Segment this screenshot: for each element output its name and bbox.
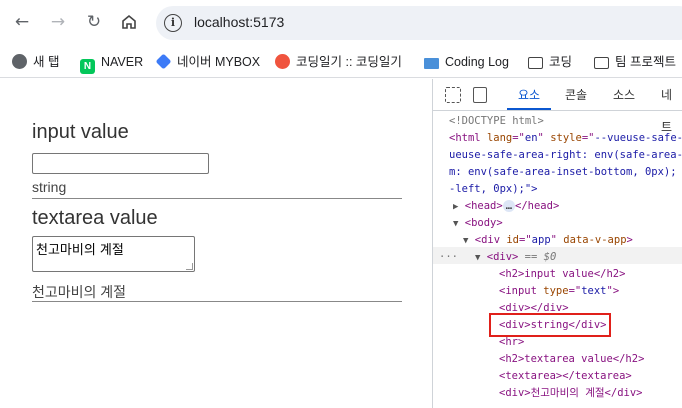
- monitor-icon: [424, 58, 439, 69]
- address-bar[interactable]: i localhost:5173: [156, 6, 682, 40]
- textarea-node[interactable]: <textarea></textarea>: [499, 368, 632, 386]
- forward-arrow-icon[interactable]: →: [46, 10, 70, 34]
- folder-icon: [528, 57, 543, 69]
- collapse-triangle-icon[interactable]: ▼: [453, 219, 458, 229]
- text-input[interactable]: [32, 153, 209, 174]
- hr-node[interactable]: <hr>: [499, 334, 524, 352]
- html-style-line: -left, 0px);">: [449, 183, 538, 195]
- resize-grip-icon[interactable]: [186, 263, 193, 270]
- site-info-icon[interactable]: i: [164, 14, 182, 32]
- tab-elements[interactable]: 요소: [507, 79, 551, 110]
- tab-console[interactable]: 콘솔: [565, 79, 587, 110]
- tab-sources[interactable]: 소스: [613, 79, 635, 110]
- body-node[interactable]: ▼ <body>: [453, 215, 503, 234]
- input-node[interactable]: <input type="text">: [499, 283, 619, 301]
- back-arrow-icon[interactable]: ←: [10, 10, 34, 34]
- head-node[interactable]: ▶ <head>… </head>: [453, 198, 559, 217]
- bookmark-folder-coding[interactable]: 코딩: [528, 52, 572, 72]
- textarea-value-heading: textarea value: [32, 207, 158, 229]
- bookmark-naver[interactable]: N NAVER: [80, 52, 143, 74]
- bookmark-new-tab[interactable]: 새 탭: [12, 52, 59, 72]
- app-div-node[interactable]: ▼ <div id="app" data-v-app>: [463, 232, 633, 251]
- globe-icon: [12, 54, 27, 69]
- browser-toolbar: ← → ↻ i localhost:5173: [0, 0, 682, 46]
- elements-tree: <!DOCTYPE html> <html lang="en" style="-…: [433, 111, 682, 408]
- divider: [32, 198, 402, 199]
- url-text: localhost:5173: [194, 14, 285, 30]
- selected-div-node[interactable]: ▼ <div> == $0: [475, 249, 556, 268]
- h2-node[interactable]: <h2>input value</h2>: [499, 266, 625, 284]
- more-options-icon[interactable]: ···: [439, 249, 458, 267]
- naver-icon: N: [80, 59, 95, 74]
- folder-icon: [594, 57, 609, 69]
- textarea-echo-div-node[interactable]: <div>천고마비의 계절</div>: [499, 385, 642, 403]
- reload-icon[interactable]: ↻: [82, 10, 106, 34]
- h2-node[interactable]: <h2>textarea value</h2>: [499, 351, 644, 369]
- home-icon[interactable]: [117, 10, 141, 34]
- bookmark-tistory[interactable]: 코딩일기 :: 코딩일기: [275, 52, 402, 72]
- collapse-triangle-icon[interactable]: ▼: [463, 236, 468, 246]
- tistory-icon: [275, 54, 290, 69]
- html-style-line: m: env(safe-area-inset-bottom, 0px); --: [449, 166, 682, 178]
- divider: [32, 301, 402, 302]
- devtools-tab-bar: 요소 콘솔 소스 네트: [433, 79, 682, 134]
- collapse-triangle-icon[interactable]: ▼: [475, 253, 480, 263]
- input-value-heading: input value: [32, 121, 129, 143]
- bookmark-mybox[interactable]: 네이버 MYBOX: [155, 52, 260, 72]
- bookmark-folder-team-project[interactable]: 팀 프로젝트: [594, 52, 676, 72]
- textarea-input[interactable]: 천고마비의 계절: [32, 236, 195, 272]
- mybox-icon: [155, 53, 172, 70]
- bookmark-coding-log[interactable]: Coding Log: [424, 52, 509, 72]
- devtools-panel: 요소 콘솔 소스 네트 <!DOCTYPE html> <html lang="…: [432, 79, 682, 408]
- device-toolbar-icon[interactable]: [473, 87, 487, 103]
- html-node[interactable]: <html lang="en" style="--vueuse-safe-are…: [449, 130, 682, 148]
- expand-triangle-icon[interactable]: ▶: [453, 202, 458, 212]
- bookmarks-bar: 새 탭 N NAVER 네이버 MYBOX 코딩일기 :: 코딩일기 Coding…: [0, 46, 682, 78]
- page-viewport: input value string textarea value 천고마비의 …: [0, 79, 432, 408]
- input-echo-text: string: [32, 179, 67, 195]
- tab-network[interactable]: 네트: [661, 79, 682, 134]
- inspect-element-icon[interactable]: [445, 87, 461, 103]
- doctype-line: <!DOCTYPE html>: [449, 115, 544, 127]
- html-style-line: ueuse-safe-area-right: env(safe-area-in: [449, 149, 682, 161]
- textarea-echo-text: 천고마비의 계절: [32, 284, 127, 300]
